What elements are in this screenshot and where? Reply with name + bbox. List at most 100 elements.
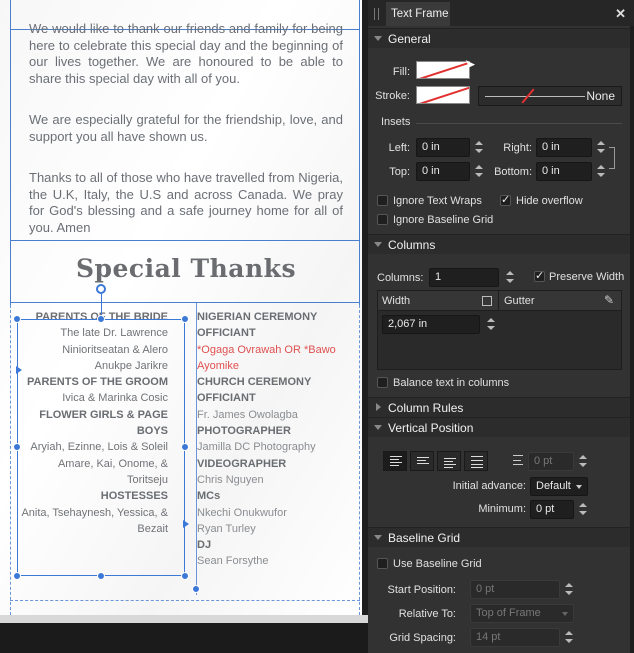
bottom-inset-field[interactable]: 0 in [536, 162, 592, 181]
stroke-style-line [485, 96, 585, 97]
stroke-swatch[interactable] [416, 86, 470, 104]
credit-role: OFFICIANT [197, 327, 256, 340]
right-inset-stepper[interactable] [596, 138, 606, 157]
fill-label: Fill: [392, 66, 410, 78]
document-canvas[interactable]: We would like to thank our friends and f… [0, 0, 368, 653]
document-page[interactable]: We would like to thank our friends and f… [0, 0, 362, 615]
panel-tab-bar: Text Frame ✕ [368, 0, 634, 26]
grid-spacing-stepper[interactable] [564, 628, 574, 647]
resize-handle-l[interactable] [13, 443, 21, 451]
credit-name: Fr. James Owolagba [197, 408, 298, 421]
text-flow-out-icon[interactable] [183, 520, 189, 528]
resize-handle-br[interactable] [181, 572, 189, 580]
align-center-button[interactable] [410, 451, 434, 471]
expand-arrow-icon [376, 403, 381, 411]
preserve-width-checkbox[interactable] [534, 269, 545, 282]
left-inset-stepper[interactable] [474, 138, 484, 157]
paragraph-travelled[interactable]: Thanks to all of those who have travelle… [29, 170, 343, 236]
start-position-field[interactable]: 0 pt [470, 580, 560, 599]
hide-overflow-label: Hide overflow [516, 195, 583, 207]
minimum-label: Minimum: [478, 503, 526, 515]
column-width-stepper[interactable] [486, 315, 496, 334]
insets-title: Insets [381, 116, 411, 128]
section-columns-title: Columns [388, 238, 436, 252]
relative-to-dropdown[interactable]: Top of Frame [470, 604, 574, 623]
bottom-inset-stepper[interactable] [596, 162, 606, 181]
align-justify-button[interactable] [464, 451, 488, 471]
heading-special-thanks[interactable]: Special Thanks [0, 254, 368, 283]
margin-guide-bottom [10, 600, 360, 601]
insets-divider [416, 123, 622, 124]
column-width-icon[interactable] [482, 296, 492, 306]
column-handle[interactable] [192, 585, 200, 593]
right-credits-column[interactable]: NIGERIAN CEREMONY OFFICIANT *Ogaga Ovrawah… [197, 309, 357, 570]
page-shadow [0, 615, 368, 623]
columns-field[interactable]: 1 [429, 268, 499, 287]
top-inset-stepper[interactable] [474, 162, 484, 181]
tab-text-frame[interactable]: Text Frame [386, 2, 450, 26]
align-top-button[interactable] [383, 451, 407, 471]
panel-grip-icon[interactable] [374, 8, 379, 20]
text-flow-in-icon[interactable] [16, 366, 22, 374]
columns-stepper[interactable] [505, 268, 515, 287]
top-inset-field[interactable]: 0 in [416, 162, 470, 181]
stroke-style-selector[interactable]: None [478, 86, 622, 106]
column-table-header [378, 291, 621, 311]
initial-advance-dropdown[interactable]: Default [530, 477, 588, 496]
section-column-rules[interactable]: Column Rules [368, 397, 634, 417]
baseline-offset-field[interactable]: 0 pt [528, 452, 574, 471]
resize-handle-bl[interactable] [13, 572, 21, 580]
width-header: Width [382, 295, 411, 307]
link-insets-icon[interactable] [609, 147, 615, 169]
collapse-arrow-icon [374, 535, 382, 540]
baseline-offset-icon [513, 455, 523, 467]
grid-spacing-field[interactable]: 14 pt [470, 628, 560, 647]
text-frame-panel: Text Frame ✕ General Fill: ➤ Stroke: Non… [368, 0, 634, 653]
right-inset-field[interactable]: 0 in [536, 138, 592, 157]
credit-role: PHOTOGRAPHER [197, 425, 291, 438]
resize-handle-t[interactable] [97, 315, 105, 323]
close-icon[interactable]: ✕ [615, 6, 626, 22]
credit-name: Sean Forsythe [197, 555, 269, 568]
bottom-inset-label: Bottom: [494, 166, 532, 178]
balance-text-checkbox[interactable] [377, 377, 388, 388]
panel-scrollbar[interactable] [630, 26, 634, 653]
align-bottom-button[interactable] [437, 451, 461, 471]
baseline-offset-stepper[interactable] [578, 452, 588, 471]
selection-frame[interactable] [17, 319, 185, 576]
edit-pencil-icon[interactable]: ✎ [604, 293, 614, 307]
resize-handle-r[interactable] [181, 443, 189, 451]
use-baseline-grid-checkbox[interactable] [377, 558, 388, 569]
credit-name: Ryan Turley [197, 522, 256, 535]
collapse-arrow-icon [374, 36, 382, 41]
column-width-field[interactable]: 2,067 in [382, 315, 480, 334]
rotate-handle[interactable] [96, 284, 106, 294]
section-baseline-grid-title: Baseline Grid [388, 531, 461, 545]
resize-handle-tr[interactable] [181, 315, 189, 323]
minimum-field[interactable]: 0 pt [530, 500, 574, 519]
start-position-stepper[interactable] [564, 580, 574, 599]
margin-guide-right [359, 305, 360, 615]
pasteboard [0, 623, 368, 653]
section-columns[interactable]: Columns [368, 234, 634, 254]
ignore-baseline-grid-checkbox[interactable] [377, 214, 388, 225]
ignore-text-wraps-checkbox[interactable] [377, 195, 388, 206]
section-general[interactable]: General [368, 28, 634, 48]
right-inset-label: Right: [503, 142, 532, 154]
section-baseline-grid[interactable]: Baseline Grid [368, 527, 634, 547]
stroke-style-value: None [586, 89, 615, 103]
resize-handle-tl[interactable] [13, 315, 21, 323]
resize-handle-b[interactable] [97, 572, 105, 580]
minimum-stepper[interactable] [578, 500, 588, 519]
credit-role: DJ [197, 539, 212, 552]
hide-overflow-checkbox[interactable] [500, 193, 511, 206]
section-vertical-position[interactable]: Vertical Position [368, 417, 634, 437]
credit-name: Nkechi Onukwufor [197, 506, 287, 519]
initial-advance-label: Initial advance: [452, 480, 526, 492]
fill-swatch[interactable] [416, 61, 470, 79]
credit-name: Ayomike [197, 359, 239, 372]
paragraph-thanks[interactable]: We would like to thank our friends and f… [29, 21, 343, 87]
left-inset-field[interactable]: 0 in [416, 138, 470, 157]
column-table: Width Gutter ✎ 2,067 in [377, 290, 622, 370]
paragraph-grateful[interactable]: We are especially grateful for the frien… [29, 112, 343, 145]
